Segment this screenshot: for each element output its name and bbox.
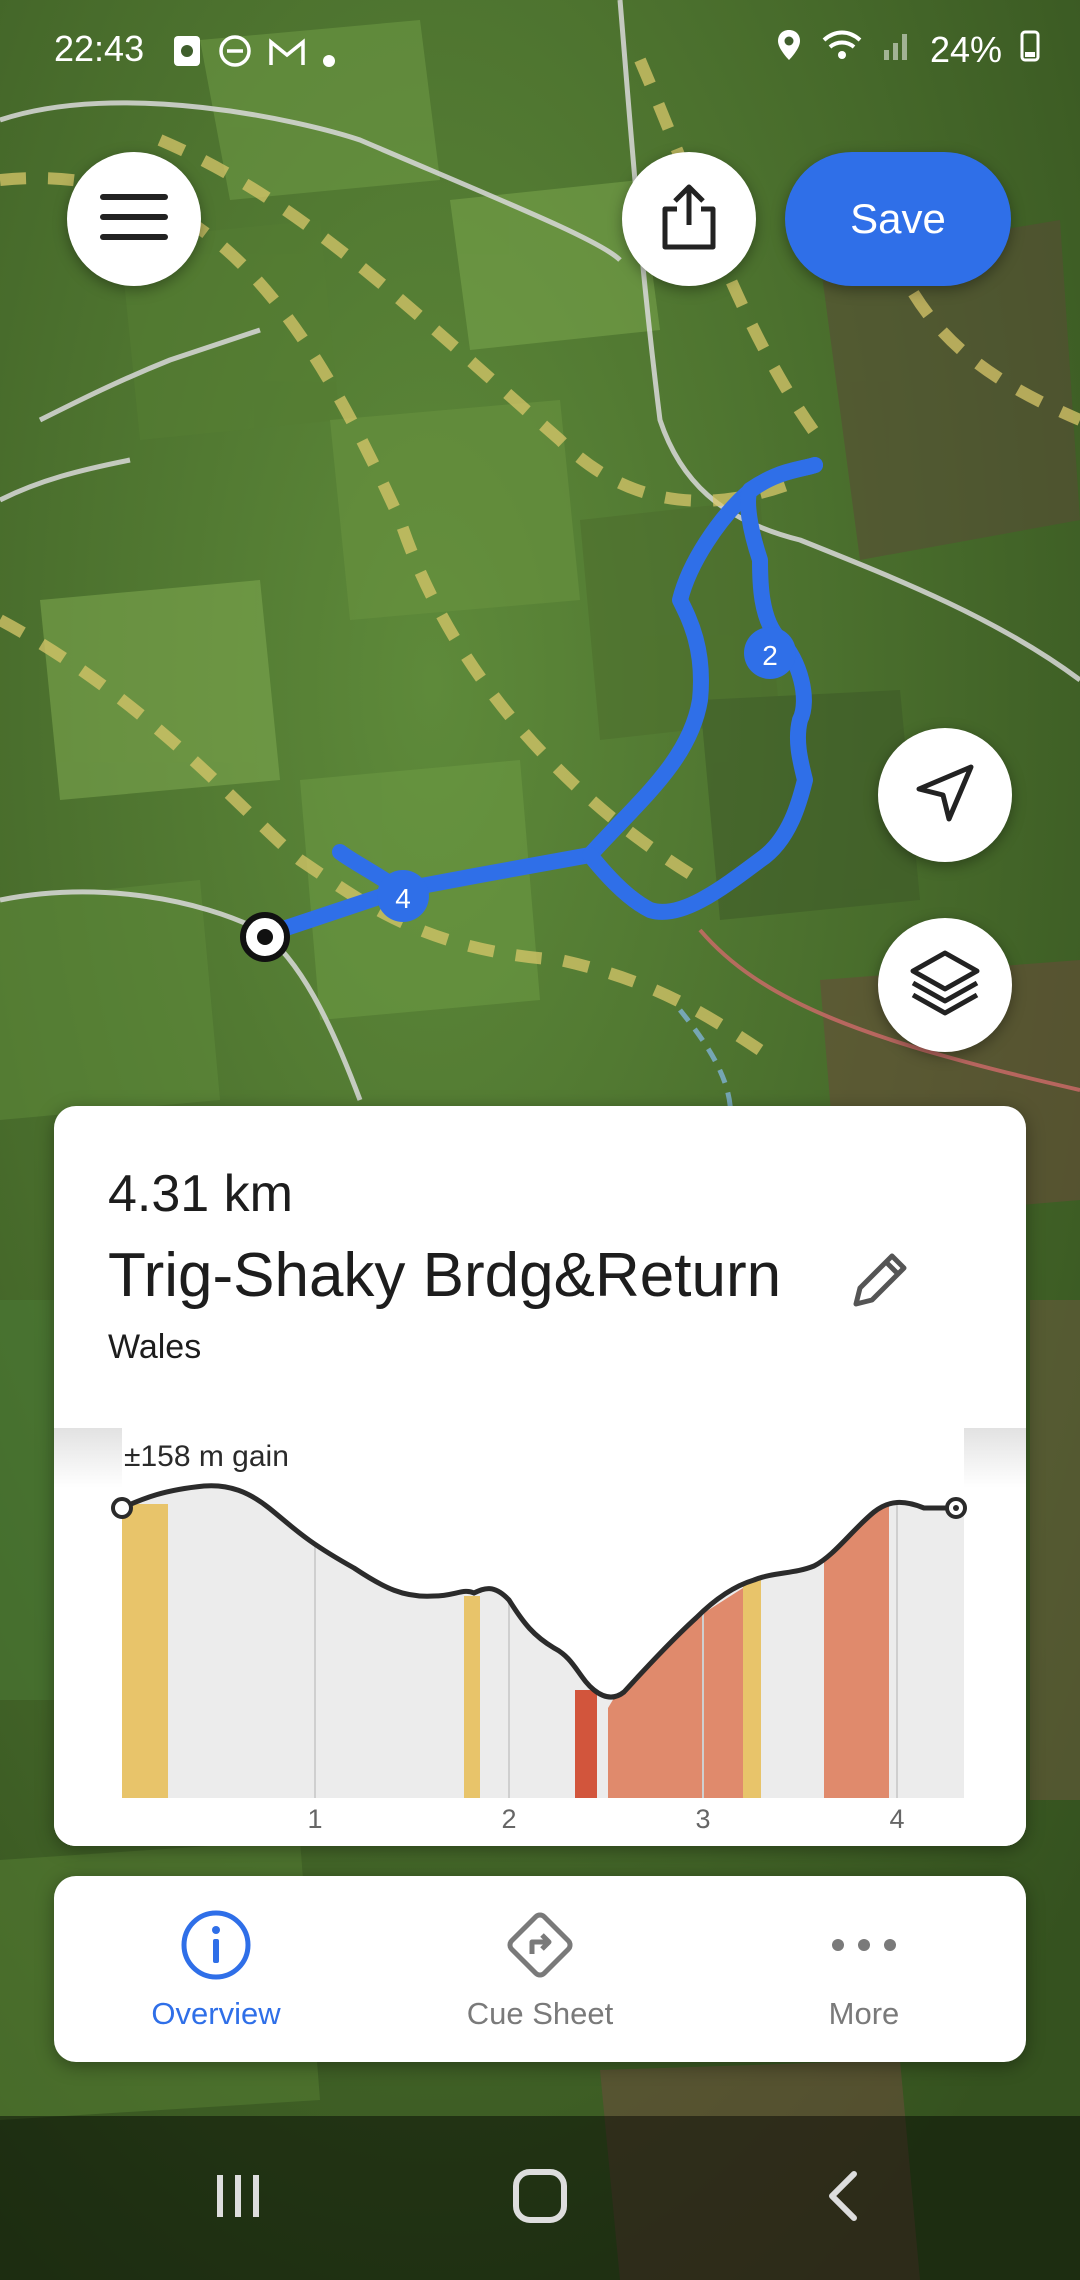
back-icon [822, 2168, 862, 2229]
route-distance: 4.31 km [108, 1165, 293, 1223]
locate-button[interactable] [878, 728, 1012, 862]
navigation-arrow-icon [913, 761, 977, 830]
waypoint-4[interactable]: 4 [377, 870, 429, 922]
bottom-tab-bar: Overview Cue Sheet More [54, 1876, 1026, 2062]
route-info-card: 4.31 km Trig-Shaky Brdg&Return Wales ±15… [54, 1106, 1026, 1846]
info-icon [177, 1906, 255, 1984]
hamburger-icon [100, 192, 168, 247]
photo-icon [172, 34, 202, 77]
route-name: Trig-Shaky Brdg&Return [108, 1241, 782, 1310]
save-button[interactable]: Save [785, 152, 1011, 286]
battery-icon [1020, 28, 1040, 71]
x-tick: 3 [695, 1804, 711, 1834]
tab-label: Cue Sheet [466, 1996, 614, 2031]
dot-icon [322, 35, 336, 77]
more-dots-icon [825, 1906, 903, 1984]
share-button[interactable] [622, 152, 756, 286]
svg-text:4: 4 [395, 883, 411, 914]
share-icon [659, 183, 719, 256]
svg-text:2: 2 [762, 640, 778, 671]
route-region: Wales [108, 1328, 202, 1366]
dnd-icon [218, 34, 252, 77]
home-icon [510, 2166, 570, 2231]
profile-start-point [111, 1497, 133, 1519]
signal-icon [882, 28, 912, 71]
tab-label: Overview [151, 1996, 281, 2031]
waypoint-2[interactable]: 2 [744, 627, 796, 679]
tab-overview[interactable]: Overview [54, 1876, 378, 2062]
recents-button[interactable] [158, 2116, 318, 2280]
tab-cue-sheet[interactable]: Cue Sheet [378, 1876, 702, 2062]
system-navigation-bar [0, 2116, 1080, 2280]
grade-segment-moderate [122, 1504, 168, 1798]
location-icon [776, 28, 802, 71]
pencil-icon[interactable] [844, 1246, 914, 1316]
home-button[interactable] [460, 2116, 620, 2280]
wifi-icon [820, 28, 864, 71]
menu-button[interactable] [67, 152, 201, 286]
tab-more[interactable]: More [702, 1876, 1026, 2062]
elevation-gain: ±158 m gain [124, 1440, 289, 1473]
x-tick: 2 [501, 1804, 517, 1834]
gmail-icon [268, 35, 306, 77]
layers-button[interactable] [878, 918, 1012, 1052]
x-tick: 1 [307, 1804, 323, 1834]
layers-icon [909, 949, 981, 1022]
recents-icon [211, 2169, 265, 2228]
grade-segment-moderate [743, 1578, 761, 1798]
grade-segment-very-steep [575, 1690, 597, 1798]
battery-percent: 24% [929, 28, 1002, 70]
status-bar: 22:43 24% [0, 0, 1080, 100]
status-time: 22:43 [54, 28, 145, 69]
grade-segment-moderate [464, 1596, 480, 1798]
x-tick: 4 [889, 1804, 905, 1834]
turn-sign-icon [501, 1906, 579, 1984]
tab-label: More [828, 1996, 900, 2031]
start-marker-icon[interactable] [240, 912, 290, 962]
back-button[interactable] [762, 2116, 922, 2280]
elevation-profile[interactable]: ±158 m gain 1 2 3 4 [54, 1428, 1026, 1846]
